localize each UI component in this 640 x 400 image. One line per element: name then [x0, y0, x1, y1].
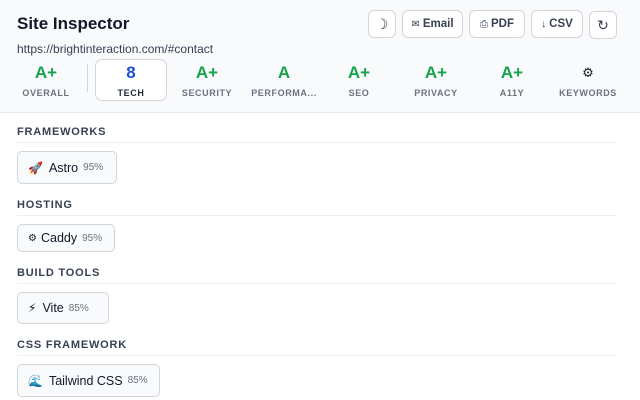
download-icon: ↓: [541, 18, 547, 30]
section-divider: [17, 355, 616, 356]
pdf-button-label: PDF: [491, 18, 514, 30]
tech-count: 8: [126, 63, 136, 82]
tech-chip-astro[interactable]: 🚀 Astro 95%: [17, 151, 117, 184]
tab-tech[interactable]: 8 TECH: [95, 59, 167, 101]
app-title: Site Inspector: [17, 14, 130, 33]
tab-security[interactable]: A+ SECURITY: [172, 60, 242, 102]
tab-a11y[interactable]: A+ A11Y: [482, 60, 542, 102]
tech-chip-vite[interactable]: ⚡ Vite 85%: [17, 292, 109, 324]
section-title-hosting: HOSTING: [17, 199, 73, 211]
confidence-value: 85%: [127, 375, 148, 386]
gear-icon: ⚙: [582, 65, 594, 80]
tab-performance[interactable]: A PERFORMA...: [246, 60, 322, 102]
envelope-icon: ✉: [411, 18, 420, 30]
email-button[interactable]: ✉ Email: [402, 10, 463, 38]
rocket-icon: 🚀: [28, 160, 43, 175]
seo-grade: A+: [347, 63, 371, 82]
a11y-label: A11Y: [499, 88, 525, 98]
tech-name: Astro: [48, 160, 79, 175]
performance-label: PERFORMA...: [251, 88, 317, 98]
moon-icon: ☽: [375, 15, 389, 32]
seo-label: SEO: [348, 88, 370, 98]
score-tabs: A+ OVERALL 8 TECH A+ SECURITY A PERFORMA…: [0, 59, 640, 113]
confidence-value: 95%: [83, 162, 104, 173]
pdf-button[interactable]: ⎙ PDF: [469, 10, 525, 38]
confidence-value: 95%: [82, 232, 103, 244]
tab-keywords[interactable]: ⚙ KEYWORDS: [553, 60, 623, 102]
a11y-grade: A+: [500, 63, 524, 82]
tech-name: Vite: [42, 301, 64, 315]
security-label: SECURITY: [181, 88, 233, 98]
tab-divider: [87, 64, 88, 92]
email-button-label: Email: [422, 18, 454, 30]
privacy-grade: A+: [424, 63, 448, 82]
tech-name: Tailwind CSS: [48, 373, 123, 388]
tab-overall[interactable]: A+ OVERALL: [11, 60, 81, 102]
tab-seo[interactable]: A+ SEO: [326, 60, 392, 102]
section-divider: [17, 283, 616, 284]
keywords-label: KEYWORDS: [559, 88, 617, 98]
refresh-button[interactable]: ↻: [589, 11, 617, 39]
overall-grade: A+: [34, 63, 58, 82]
lightning-icon: ⚡: [28, 301, 37, 315]
performance-grade: A: [277, 63, 291, 82]
refresh-icon: ↻: [597, 16, 609, 33]
printer-icon: ⎙: [480, 18, 488, 30]
section-title-frameworks: FRAMEWORKS: [17, 126, 107, 138]
section-title-css-framework: CSS FRAMEWORK: [17, 339, 128, 351]
privacy-label: PRIVACY: [414, 88, 458, 98]
security-grade: A+: [195, 63, 219, 82]
confidence-value: 85%: [68, 302, 89, 314]
theme-toggle-button[interactable]: ☽: [368, 10, 396, 38]
overall-label: OVERALL: [22, 88, 70, 98]
wave-icon: 🌊: [28, 373, 43, 388]
section-divider: [17, 142, 616, 143]
tab-privacy[interactable]: A+ PRIVACY: [401, 60, 471, 102]
section-title-build-tools: BUILD TOOLS: [17, 267, 101, 279]
tech-chip-tailwind[interactable]: 🌊 Tailwind CSS 85%: [17, 364, 160, 397]
tech-chip-caddy[interactable]: ⚙ Caddy 95%: [17, 224, 115, 252]
csv-button-label: CSV: [549, 18, 573, 30]
section-divider: [17, 215, 616, 216]
gear-icon: ⚙: [28, 232, 37, 244]
header: Site Inspector https://brightinteraction…: [0, 0, 640, 66]
tech-name: Caddy: [40, 231, 78, 245]
tech-label: TECH: [117, 88, 145, 98]
page-url: https://brightinteraction.com/#contact: [17, 42, 214, 56]
csv-button[interactable]: ↓ CSV: [531, 10, 583, 38]
